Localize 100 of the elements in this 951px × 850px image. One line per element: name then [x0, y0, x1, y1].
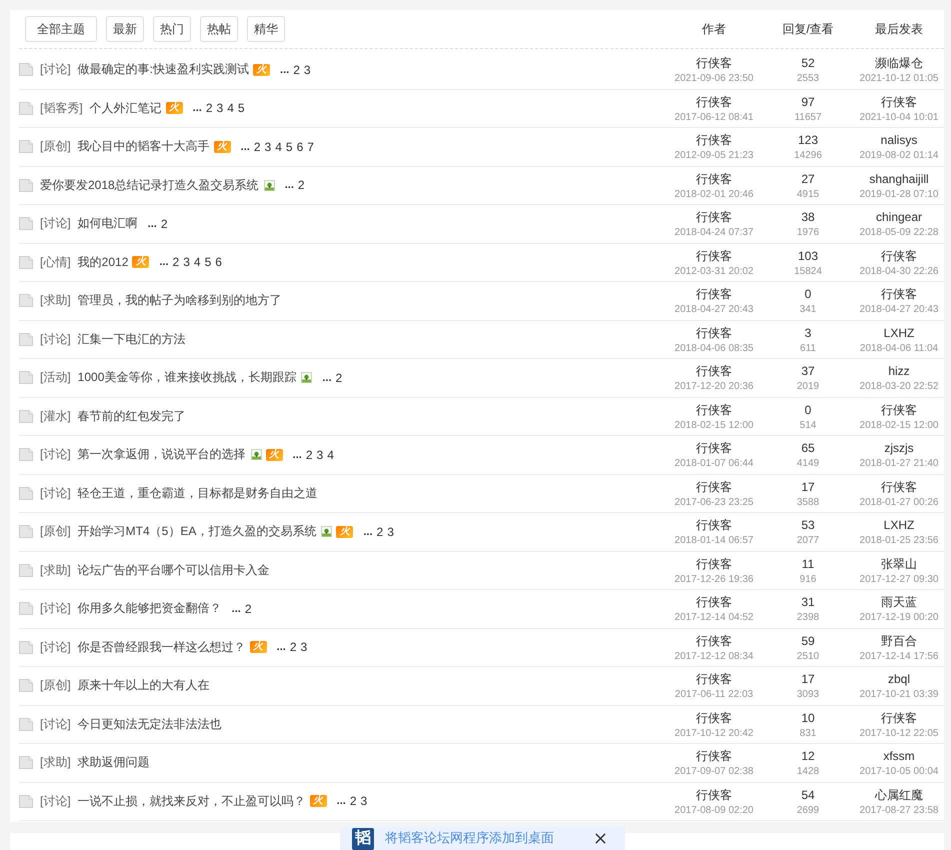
page-link[interactable]: 4	[194, 255, 201, 270]
page-link[interactable]: 3	[264, 140, 272, 154]
page-link[interactable]: 2	[206, 101, 213, 116]
thread-title[interactable]: 你是否曾经跟我一样这么想过？	[78, 638, 246, 656]
filter-tab[interactable]: 热门	[153, 16, 191, 42]
last-poster-link[interactable]: shanghaijill	[869, 170, 929, 186]
thread-category[interactable]: [讨论]	[40, 792, 71, 810]
filter-tab[interactable]: 热帖	[200, 16, 238, 42]
thread-title[interactable]: 个人外汇笔记	[90, 100, 162, 117]
author-link[interactable]: 行侠客	[696, 594, 732, 610]
last-poster-link[interactable]: 雨天蓝	[881, 594, 917, 610]
last-poster-link[interactable]: 行侠客	[881, 478, 917, 494]
page-link[interactable]: 3	[316, 448, 324, 462]
last-poster-link[interactable]: LXHZ	[884, 324, 914, 340]
last-poster-link[interactable]: zbql	[888, 671, 910, 687]
thread-title[interactable]: 管理员，我的帖子为啥移到别的地方了	[78, 292, 282, 310]
thread-category[interactable]: [原创]	[40, 138, 71, 156]
author-link[interactable]: 行侠客	[696, 402, 732, 418]
page-link[interactable]: 2	[290, 640, 297, 654]
thread-category[interactable]: [讨论]	[40, 638, 71, 656]
author-link[interactable]: 行侠客	[696, 710, 732, 726]
author-link[interactable]: 行侠客	[696, 170, 732, 186]
thread-title[interactable]: 汇集一下电汇的方法	[78, 330, 186, 348]
thread-category[interactable]: [讨论]	[40, 484, 71, 502]
thread-category[interactable]: [活动]	[40, 369, 71, 386]
page-link[interactable]: 2	[160, 216, 168, 231]
author-link[interactable]: 行侠客	[696, 748, 732, 764]
page-link[interactable]: 4	[327, 448, 334, 462]
thread-title[interactable]: 论坛广告的平台哪个可以信用卡入金	[78, 562, 270, 579]
page-link[interactable]: 4	[275, 140, 282, 154]
author-link[interactable]: 行侠客	[696, 94, 732, 110]
author-link[interactable]: 行侠客	[696, 209, 732, 225]
page-link[interactable]: 3	[216, 101, 224, 116]
page-link[interactable]: 3	[304, 62, 311, 77]
last-poster-link[interactable]: 野百合	[881, 632, 917, 648]
page-link[interactable]: 6	[296, 140, 304, 154]
page-link[interactable]: 2	[293, 62, 300, 77]
page-link[interactable]: 7	[307, 140, 314, 154]
thread-category[interactable]: [原创]	[40, 523, 71, 540]
filter-tab[interactable]: 精华	[247, 16, 285, 42]
thread-title[interactable]: 你用多久能够把资金翻倍？	[78, 600, 222, 618]
author-link[interactable]: 行侠客	[696, 671, 732, 687]
thread-category[interactable]: [讨论]	[40, 330, 71, 348]
thread-title[interactable]: 一说不止损，就找来反对，不止盈可以吗？	[78, 792, 306, 810]
author-link[interactable]: 行侠客	[696, 478, 732, 494]
page-link[interactable]: 6	[215, 255, 222, 270]
page-link[interactable]: 2	[298, 178, 305, 192]
author-link[interactable]: 行侠客	[696, 556, 732, 572]
last-poster-link[interactable]: 心属红魔	[875, 786, 923, 802]
page-link[interactable]: 2	[244, 602, 252, 616]
page-link[interactable]: 3	[300, 640, 308, 654]
thread-title[interactable]: 爱你要发2018总结记录打造久盈交易系统	[40, 176, 259, 194]
author-link[interactable]: 行侠客	[696, 324, 732, 340]
author-link[interactable]: 行侠客	[696, 363, 732, 379]
last-poster-link[interactable]: xfssm	[883, 748, 915, 764]
author-link[interactable]: 行侠客	[696, 786, 732, 802]
page-link[interactable]: 2	[254, 140, 261, 154]
page-link[interactable]: 2	[376, 524, 384, 539]
thread-category[interactable]: [韬客秀]	[40, 100, 83, 117]
author-link[interactable]: 行侠客	[696, 132, 732, 148]
thread-title[interactable]: 如何电汇啊	[78, 215, 138, 232]
thread-category[interactable]: [心情]	[40, 254, 71, 271]
thread-title[interactable]: 我心目中的韬客十大高手	[78, 138, 210, 156]
thread-title[interactable]: 春节前的红包发完了	[78, 408, 186, 425]
thread-title[interactable]: 轻仓王道，重仓霸道，目标都是财务自由之道	[78, 484, 318, 502]
author-link[interactable]: 行侠客	[696, 517, 732, 533]
thread-category[interactable]: [原创]	[40, 677, 71, 694]
author-link[interactable]: 行侠客	[696, 55, 732, 71]
page-link[interactable]: 2	[172, 255, 180, 270]
filter-tab[interactable]: 全部主题	[25, 16, 97, 42]
last-poster-link[interactable]: 行侠客	[881, 402, 917, 418]
thread-title[interactable]: 做最确定的事:快速盈利实践测试	[78, 61, 250, 78]
page-link[interactable]: 2	[350, 794, 357, 808]
page-link[interactable]: 4	[227, 101, 234, 116]
thread-title[interactable]: 开始学习MT4（5）EA，打造久盈的交易系统	[78, 523, 316, 540]
author-link[interactable]: 行侠客	[696, 248, 732, 264]
last-poster-link[interactable]: 行侠客	[881, 286, 917, 302]
close-icon[interactable]	[595, 832, 606, 844]
thread-category[interactable]: [灌水]	[40, 408, 71, 425]
thread-title[interactable]: 今日更知法无定法非法法也	[78, 716, 222, 733]
last-poster-link[interactable]: LXHZ	[884, 517, 914, 533]
last-poster-link[interactable]: zjszjs	[884, 440, 914, 456]
page-link[interactable]: 3	[183, 255, 190, 270]
thread-title[interactable]: 我的2012	[78, 254, 128, 271]
thread-category[interactable]: [讨论]	[40, 716, 71, 733]
last-poster-link[interactable]: hizz	[888, 363, 910, 379]
page-link[interactable]: 3	[360, 794, 368, 808]
thread-category[interactable]: [讨论]	[40, 61, 71, 78]
thread-category[interactable]: [讨论]	[40, 446, 71, 464]
last-poster-link[interactable]: 行侠客	[881, 248, 917, 264]
author-link[interactable]: 行侠客	[696, 632, 732, 648]
author-link[interactable]: 行侠客	[696, 286, 732, 302]
thread-title[interactable]: 1000美金等你，谁来接收挑战，长期跟踪	[78, 369, 296, 386]
thread-category[interactable]: [求助]	[40, 754, 71, 772]
author-link[interactable]: 行侠客	[696, 440, 732, 456]
thread-title[interactable]: 第一次拿返佣，说说平台的选择	[78, 446, 246, 464]
page-link[interactable]: 2	[336, 370, 342, 385]
page-link[interactable]: 5	[204, 255, 212, 270]
last-poster-link[interactable]: nalisys	[880, 132, 918, 148]
last-poster-link[interactable]: 濒临爆仓	[875, 55, 923, 71]
